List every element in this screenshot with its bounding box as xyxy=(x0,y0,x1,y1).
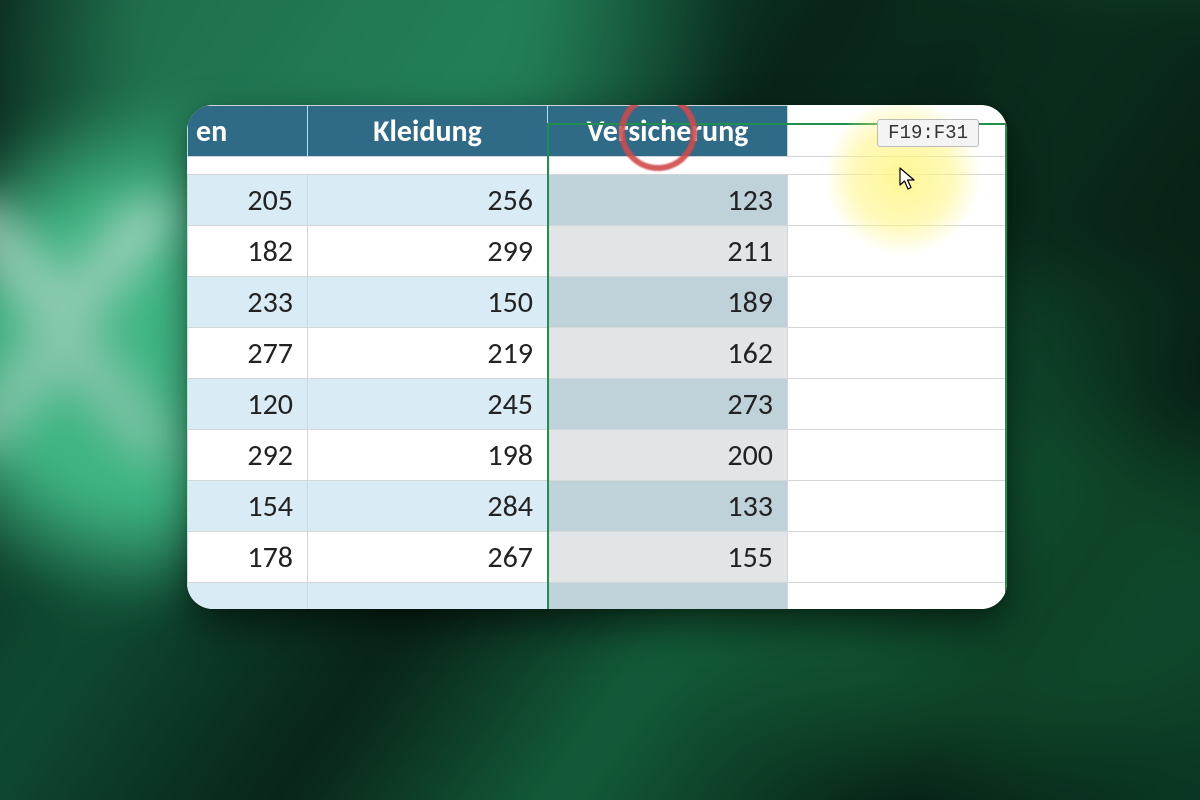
col-header-1[interactable]: en xyxy=(188,106,308,157)
cell[interactable]: 299 xyxy=(308,226,548,277)
cell[interactable]: 150 xyxy=(308,277,548,328)
cell[interactable] xyxy=(308,583,548,610)
spreadsheet-viewport[interactable]: en Kleidung Versicherung 205 256 123 182… xyxy=(187,105,1007,609)
col-header-versicherung[interactable]: Versicherung xyxy=(548,106,788,157)
cell[interactable]: 233 xyxy=(188,277,308,328)
cell[interactable]: 245 xyxy=(308,379,548,430)
table-row[interactable]: 233 150 189 xyxy=(188,277,1008,328)
table-row[interactable]: 205 256 123 xyxy=(188,175,1008,226)
cell[interactable]: 211 xyxy=(548,226,788,277)
cell[interactable]: 133 xyxy=(548,481,788,532)
cell[interactable]: 219 xyxy=(308,328,548,379)
table-row[interactable]: 277 219 162 xyxy=(188,328,1008,379)
cell-empty[interactable] xyxy=(788,328,1008,379)
cell[interactable]: 284 xyxy=(308,481,548,532)
cell[interactable]: 178 xyxy=(188,532,308,583)
cell-empty[interactable] xyxy=(788,532,1008,583)
cell[interactable]: 277 xyxy=(188,328,308,379)
cell[interactable]: 292 xyxy=(188,430,308,481)
cell[interactable]: 200 xyxy=(548,430,788,481)
cell[interactable]: 155 xyxy=(548,532,788,583)
cell[interactable]: 273 xyxy=(548,379,788,430)
table-row[interactable]: 178 267 155 xyxy=(188,532,1008,583)
cell[interactable]: 182 xyxy=(188,226,308,277)
cell[interactable]: 120 xyxy=(188,379,308,430)
table-row[interactable]: 120 245 273 xyxy=(188,379,1008,430)
range-tooltip: F19:F31 xyxy=(877,119,979,147)
cell-empty[interactable] xyxy=(788,481,1008,532)
cell[interactable]: 154 xyxy=(188,481,308,532)
table-row[interactable]: 182 299 211 xyxy=(188,226,1008,277)
table-row[interactable] xyxy=(188,583,1008,610)
cell-empty[interactable] xyxy=(788,430,1008,481)
cell[interactable] xyxy=(188,583,308,610)
cell-empty[interactable] xyxy=(788,226,1008,277)
cell[interactable]: 256 xyxy=(308,175,548,226)
col-header-kleidung[interactable]: Kleidung xyxy=(308,106,548,157)
cell[interactable]: 189 xyxy=(548,277,788,328)
cell-empty[interactable] xyxy=(788,175,1008,226)
top-spacer xyxy=(188,157,1008,175)
spreadsheet-card: en Kleidung Versicherung 205 256 123 182… xyxy=(187,105,1007,609)
table-row[interactable]: 292 198 200 xyxy=(188,430,1008,481)
cell[interactable]: 267 xyxy=(308,532,548,583)
table-row[interactable]: 154 284 133 xyxy=(188,481,1008,532)
table-body: 205 256 123 182 299 211 233 150 189 xyxy=(188,175,1008,610)
cell[interactable]: 205 xyxy=(188,175,308,226)
cell[interactable]: 198 xyxy=(308,430,548,481)
cell[interactable]: 162 xyxy=(548,328,788,379)
cell-empty[interactable] xyxy=(788,379,1008,430)
cell-empty[interactable] xyxy=(788,277,1008,328)
cell[interactable] xyxy=(548,583,788,610)
cell-empty[interactable] xyxy=(788,583,1008,610)
cell[interactable]: 123 xyxy=(548,175,788,226)
data-table[interactable]: en Kleidung Versicherung 205 256 123 182… xyxy=(187,105,1007,609)
